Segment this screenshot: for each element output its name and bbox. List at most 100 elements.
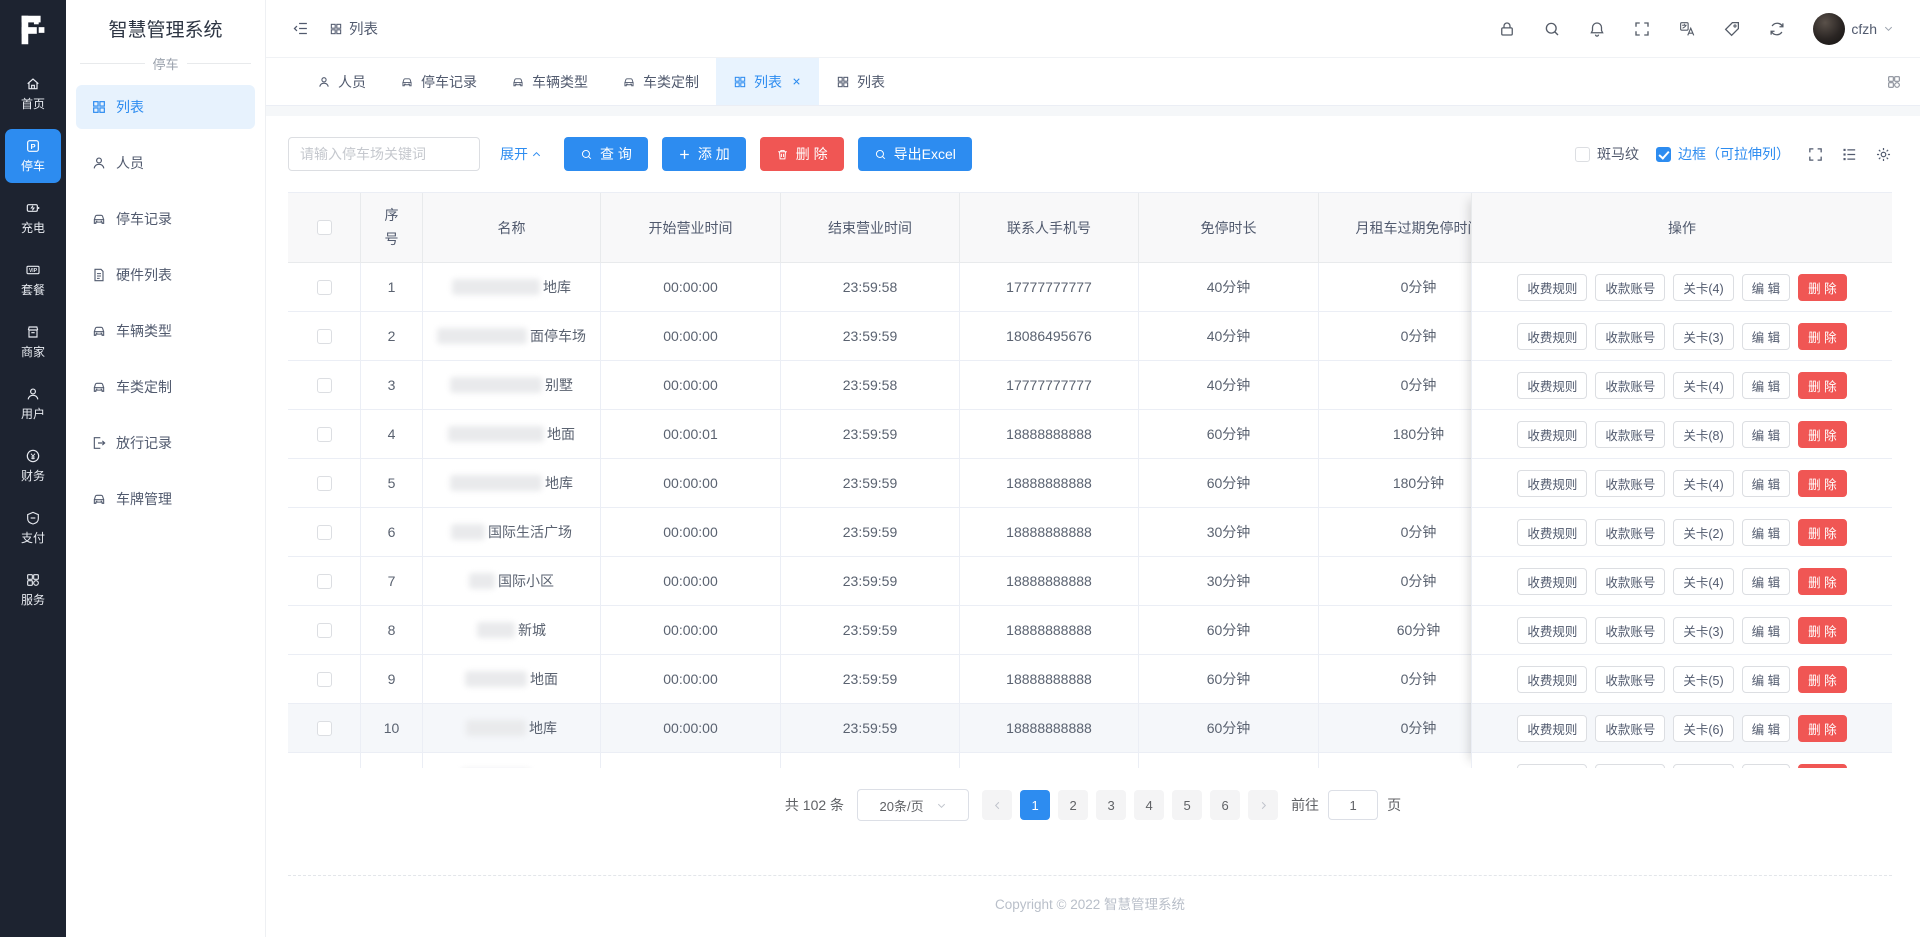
select-all-checkbox[interactable] [316, 220, 332, 235]
row-delete-button[interactable]: 删 除 [1798, 714, 1847, 742]
payee-account-button[interactable]: 收款账号 [1595, 616, 1666, 644]
rail-item-packages[interactable]: 套餐 [5, 253, 61, 307]
search-input[interactable] [288, 137, 480, 171]
fee-rules-button[interactable]: 收费规则 [1517, 763, 1588, 768]
row-delete-button[interactable]: 删 除 [1798, 567, 1847, 595]
table-row[interactable]: 3 别墅 00:00:00 23:59:58 17777777777 40分钟 … [288, 361, 1520, 410]
payee-account-button[interactable]: 收款账号 [1595, 567, 1666, 595]
row-delete-button[interactable]: 删 除 [1798, 469, 1847, 497]
table-row[interactable]: 9 地面 00:00:00 23:59:59 18888888888 60分钟 … [288, 655, 1520, 704]
tab-vehicle-types[interactable]: 车辆类型 [494, 58, 605, 105]
row-checkbox[interactable] [316, 328, 332, 344]
edit-button[interactable]: 编 辑 [1741, 469, 1791, 497]
close-icon[interactable] [791, 76, 802, 87]
row-checkbox[interactable] [316, 622, 332, 638]
page-size-select[interactable]: 20条/页 [857, 789, 970, 821]
checkbox-checked[interactable] [1656, 146, 1671, 162]
tab-parking-records[interactable]: 停车记录 [383, 58, 494, 105]
table-row[interactable]: 1 地库 00:00:00 23:59:58 17777777777 40分钟 … [288, 263, 1520, 312]
row-delete-button[interactable]: 删 除 [1798, 273, 1847, 301]
add-button[interactable]: 添 加 [661, 137, 746, 171]
gates-button[interactable]: 关卡(4) [1673, 763, 1734, 768]
fee-rules-button[interactable]: 收费规则 [1517, 371, 1588, 399]
rail-item-users[interactable]: 用户 [5, 377, 61, 431]
sidebar-item-vehicle-types[interactable]: 车辆类型 [76, 309, 255, 353]
tag-icon[interactable] [1723, 20, 1741, 38]
table-row[interactable]: 4 地面 00:00:01 23:59:59 18888888888 60分钟 … [288, 410, 1520, 459]
export-excel-button[interactable]: 导出Excel [857, 137, 972, 171]
table-row[interactable]: 8 新城 00:00:00 23:59:59 18888888888 60分钟 … [288, 606, 1520, 655]
edit-button[interactable]: 编 辑 [1741, 567, 1791, 595]
goto-page-input[interactable] [1328, 790, 1379, 820]
expand-link[interactable]: 展开 [500, 144, 542, 164]
tabs-menu-icon[interactable] [1886, 74, 1902, 90]
row-checkbox[interactable] [316, 426, 332, 442]
row-delete-button[interactable]: 删 除 [1798, 371, 1847, 399]
gates-button[interactable]: 关卡(4) [1673, 371, 1734, 399]
fee-rules-button[interactable]: 收费规则 [1517, 714, 1588, 742]
prev-page-button[interactable] [982, 790, 1013, 820]
edit-button[interactable]: 编 辑 [1741, 371, 1791, 399]
column-settings-icon[interactable] [1841, 146, 1858, 163]
row-delete-button[interactable]: 删 除 [1798, 665, 1847, 693]
payee-account-button[interactable]: 收款账号 [1595, 420, 1666, 448]
checkbox-unchecked[interactable] [1575, 146, 1590, 162]
gates-button[interactable]: 关卡(4) [1673, 567, 1734, 595]
edit-button[interactable]: 编 辑 [1741, 714, 1791, 742]
gates-button[interactable]: 关卡(5) [1673, 665, 1734, 693]
gates-button[interactable]: 关卡(3) [1673, 322, 1734, 350]
fee-rules-button[interactable]: 收费规则 [1517, 616, 1588, 644]
rail-item-merchants[interactable]: 商家 [5, 315, 61, 369]
edit-button[interactable]: 编 辑 [1741, 420, 1791, 448]
payee-account-button[interactable]: 收款账号 [1595, 518, 1666, 546]
fee-rules-button[interactable]: 收费规则 [1517, 518, 1588, 546]
tab-personnel[interactable]: 人员 [300, 58, 383, 105]
table-config-gear-icon[interactable] [1875, 146, 1892, 163]
sidebar-item-release-records[interactable]: 放行记录 [76, 421, 255, 465]
search-icon[interactable] [1543, 20, 1561, 38]
user-menu[interactable]: cfzh [1813, 12, 1894, 45]
fee-rules-button[interactable]: 收费规则 [1517, 322, 1588, 350]
sidebar-item-personnel[interactable]: 人员 [76, 141, 255, 185]
rail-item-finance[interactable]: 财务 [5, 439, 61, 493]
page-button-6[interactable]: 6 [1210, 790, 1241, 820]
page-button-1[interactable]: 1 [1020, 790, 1051, 820]
edit-button[interactable]: 编 辑 [1741, 273, 1791, 301]
row-checkbox[interactable] [316, 475, 332, 491]
table-row[interactable]: 7 国际小区 00:00:00 23:59:59 18888888888 30分… [288, 557, 1520, 606]
rail-item-services[interactable]: 服务 [5, 563, 61, 617]
table-row[interactable]: 5 地库 00:00:00 23:59:59 18888888888 60分钟 … [288, 459, 1520, 508]
sidebar-collapse-icon[interactable] [292, 20, 309, 37]
row-checkbox[interactable] [316, 279, 332, 295]
sidebar-item-parking-records[interactable]: 停车记录 [76, 197, 255, 241]
page-button-4[interactable]: 4 [1134, 790, 1165, 820]
payee-account-button[interactable]: 收款账号 [1595, 665, 1666, 693]
app-logo[interactable] [12, 9, 54, 51]
gates-button[interactable]: 关卡(4) [1673, 469, 1734, 497]
payee-account-button[interactable]: 收款账号 [1595, 714, 1666, 742]
payee-account-button[interactable]: 收款账号 [1595, 371, 1666, 399]
edit-button[interactable]: 编 辑 [1741, 518, 1791, 546]
rail-item-payment[interactable]: 支付 [5, 501, 61, 555]
delete-button[interactable]: 删 除 [759, 137, 844, 171]
payee-account-button[interactable]: 收款账号 [1595, 273, 1666, 301]
row-checkbox[interactable] [316, 720, 332, 736]
query-button[interactable]: 查 询 [564, 137, 648, 171]
refresh-icon[interactable] [1768, 20, 1786, 38]
table-fullscreen-icon[interactable] [1807, 146, 1824, 163]
rail-item-home[interactable]: 首页 [5, 67, 61, 121]
fee-rules-button[interactable]: 收费规则 [1517, 567, 1588, 595]
language-icon[interactable] [1678, 20, 1696, 38]
row-delete-button[interactable]: 删 除 [1798, 763, 1847, 768]
payee-account-button[interactable]: 收款账号 [1595, 469, 1666, 497]
table-row[interactable]: 6 国际生活广场 00:00:00 23:59:59 18888888888 3… [288, 508, 1520, 557]
rail-item-charging[interactable]: 充电 [5, 191, 61, 245]
gates-button[interactable]: 关卡(8) [1673, 420, 1734, 448]
page-button-2[interactable]: 2 [1058, 790, 1089, 820]
row-delete-button[interactable]: 删 除 [1798, 616, 1847, 644]
gates-button[interactable]: 关卡(6) [1673, 714, 1734, 742]
row-checkbox[interactable] [316, 377, 332, 393]
row-checkbox[interactable] [316, 671, 332, 687]
table-row[interactable]: 10 地库 00:00:00 23:59:59 18888888888 60分钟… [288, 704, 1520, 753]
tab-list-active[interactable]: 列表 [716, 58, 819, 105]
